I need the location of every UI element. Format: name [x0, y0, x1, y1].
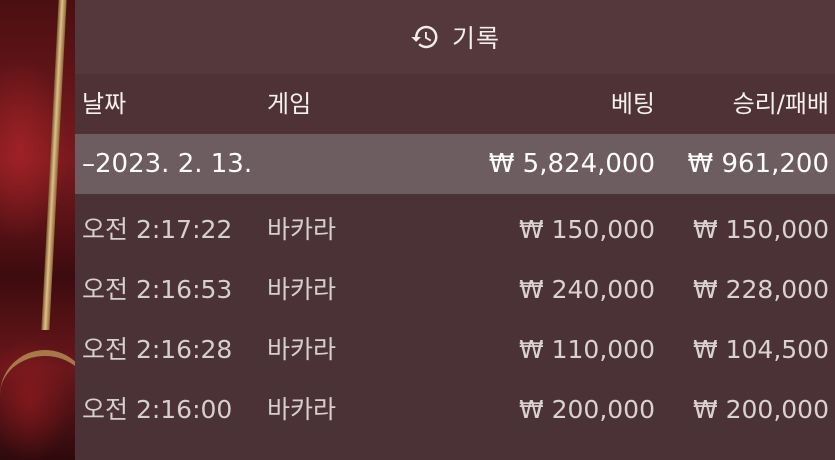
background-chair — [0, 0, 90, 460]
row-bet: ₩ 110,000 — [518, 335, 655, 364]
table-row[interactable]: 오전 2:17:22 바카라 ₩ 150,000 ₩ 150,000 — [75, 200, 835, 260]
row-time: 오전 2:16:28 — [82, 335, 233, 364]
row-time: 오전 2:17:22 — [82, 215, 233, 244]
summary-date: –2023. 2. 13. — [82, 149, 253, 179]
row-bet: ₩ 240,000 — [518, 275, 655, 304]
row-time: 오전 2:16:00 — [82, 395, 233, 424]
column-header-win-loss: 승리/패배 — [732, 90, 829, 118]
row-game: 바카라 — [267, 335, 337, 364]
row-game: 바카라 — [267, 215, 337, 244]
row-win-loss: ₩ 104,500 — [692, 335, 829, 364]
panel-header: 기록 — [75, 0, 835, 74]
row-bet: ₩ 200,000 — [518, 395, 655, 424]
history-icon — [410, 22, 440, 52]
row-time: 오전 2:16:53 — [82, 275, 233, 304]
column-header-bet: 베팅 — [610, 90, 655, 118]
background-gold-frame — [41, 0, 67, 330]
table-row[interactable]: 오전 2:16:28 바카라 ₩ 110,000 ₩ 104,500 — [75, 320, 835, 380]
summary-bet-total: ₩ 5,824,000 — [488, 149, 655, 179]
row-win-loss: ₩ 200,000 — [692, 395, 829, 424]
table-row[interactable]: 오전 2:16:00 바카라 ₩ 200,000 ₩ 200,000 — [75, 380, 835, 440]
row-game: 바카라 — [267, 395, 337, 424]
history-panel: 기록 날짜 게임 베팅 승리/패배 –2023. 2. 13. ₩ 5,824,… — [75, 0, 835, 460]
column-header-game: 게임 — [267, 90, 312, 118]
row-win-loss: ₩ 150,000 — [692, 215, 829, 244]
row-win-loss: ₩ 228,000 — [692, 275, 829, 304]
history-title-group: 기록 — [410, 19, 500, 55]
table-row[interactable]: 오전 2:16:53 바카라 ₩ 240,000 ₩ 228,000 — [75, 260, 835, 320]
panel-title: 기록 — [451, 24, 500, 53]
row-game: 바카라 — [267, 275, 337, 304]
column-header-row: 날짜 게임 베팅 승리/패배 — [75, 74, 835, 134]
summary-win-loss-total: ₩ 961,200 — [687, 149, 830, 179]
date-summary-row[interactable]: –2023. 2. 13. ₩ 5,824,000 ₩ 961,200 — [75, 134, 835, 194]
column-header-date: 날짜 — [82, 90, 127, 118]
row-bet: ₩ 150,000 — [518, 215, 655, 244]
